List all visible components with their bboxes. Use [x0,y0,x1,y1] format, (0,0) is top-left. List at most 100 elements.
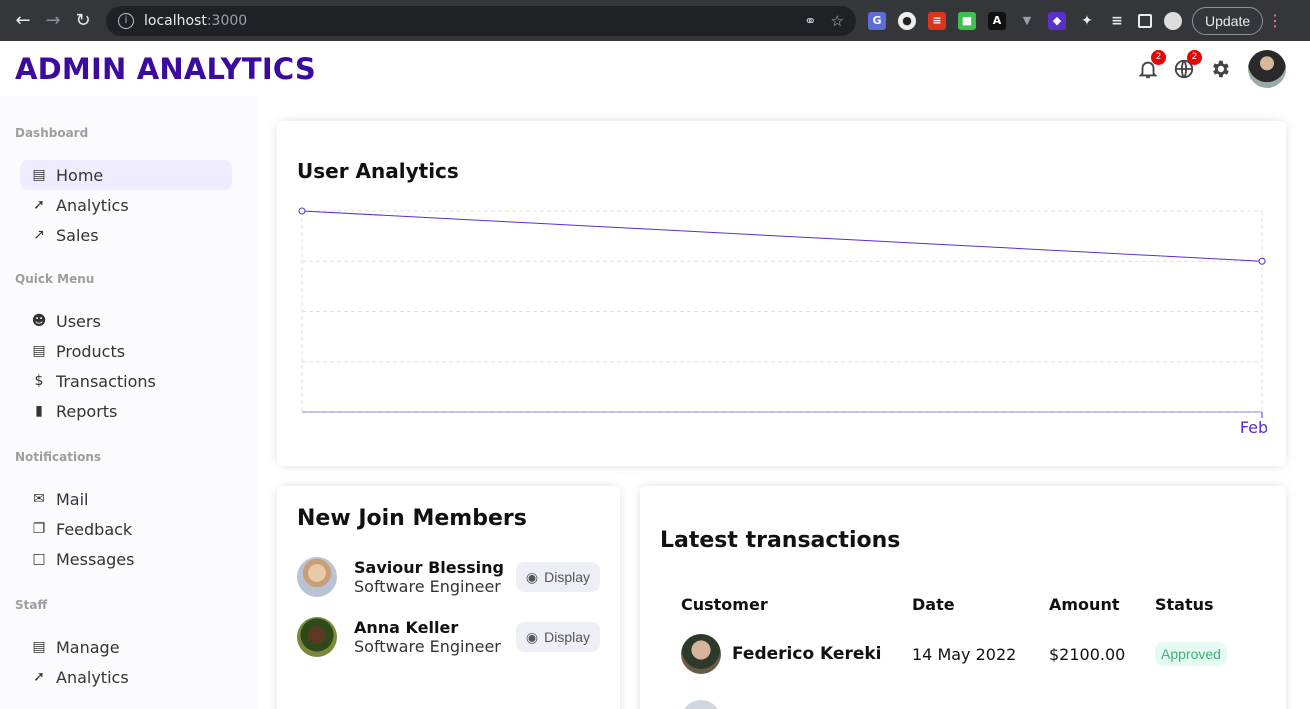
translate-extension-icon[interactable]: G [868,11,886,30]
extensions-bar: G ● ≡ ■ A ▼ ◆ ✦ ≡ [868,11,1182,30]
kebab-menu-icon[interactable]: ⋮ [1267,11,1283,30]
angular-extension-icon[interactable]: A [988,11,1006,30]
user-analytics-chart: Feb [298,207,1267,437]
card-title: New Join Members [297,506,527,531]
share-icon[interactable]: ⚭ [804,12,817,30]
bookmark-star-icon[interactable]: ☆ [831,12,844,30]
forward-icon[interactable]: → [38,6,68,36]
member-name: Anna Keller [354,618,459,637]
sidebar-item-manage[interactable]: ▤ Manage [20,632,232,662]
language-icon[interactable]: 2 [1172,49,1202,81]
sidebar-section-title: Staff [15,598,48,612]
series-line [301,210,1263,262]
sidebar-section-title: Dashboard [15,126,89,140]
sidebar-item-label: Home [56,165,104,185]
side-panel-icon[interactable] [1138,13,1152,28]
update-button[interactable]: Update [1192,6,1264,35]
list-item: Saviour Blessing Software Engineer ◉ Dis… [297,547,600,607]
sidebar-item-products[interactable]: ▤ Products [20,336,232,366]
eye-icon: ◉ [525,628,539,645]
reload-icon[interactable]: ↻ [68,6,98,36]
sidebar-item-staff-analytics[interactable]: ➚ Analytics [20,662,232,692]
display-button-label: Display [544,629,590,645]
back-icon[interactable]: ← [8,6,38,36]
sidebar-section-quick-menu: Quick Menu ☻ Users ▤ Products $ Transact… [15,272,232,426]
info-icon[interactable]: i [118,12,134,29]
avatar [681,700,721,709]
member-job: Software Engineer [354,577,501,596]
trending-up-icon: ↗ [33,227,45,243]
sidebar-section-dashboard: Dashboard ▤ Home ➚ Analytics ↗ Sales [15,126,232,250]
card-title: User Analytics [297,159,459,183]
sidebar-item-label: Users [56,311,101,331]
table-row: Federico Kereki 14 May 2022 $2100.00 App… [660,634,1266,674]
circle-extension-icon[interactable]: ● [898,11,916,30]
puzzle-icon[interactable]: ✦ [1078,12,1096,30]
sidebar-item-label: Analytics [56,667,129,687]
vue-extension-icon[interactable]: ▼ [1018,12,1036,30]
green-extension-icon[interactable]: ■ [958,11,976,30]
sidebar-item-reports[interactable]: ▮ Reports [20,396,232,426]
sidebar-item-analytics[interactable]: ➚ Analytics [20,190,232,220]
sidebar-item-messages[interactable]: □ Messages [20,544,232,574]
sidebar-item-home[interactable]: ▤ Home [20,160,232,190]
profile-avatar-icon[interactable] [1164,11,1182,30]
data-point [298,207,306,215]
cube-extension-icon[interactable]: ◆ [1048,11,1066,30]
settings-gear-icon[interactable] [1208,57,1232,81]
display-button[interactable]: ◉ Display [515,562,600,592]
latest-transactions-card: Latest transactions Customer Date Amount… [640,486,1286,709]
notifications-icon[interactable]: 2 [1136,49,1166,81]
display-button[interactable]: ◉ Display [515,622,600,652]
column-header-amount: Amount [1049,595,1120,614]
column-header-date: Date [912,595,955,614]
display-button-label: Display [544,569,590,585]
user-avatar[interactable] [1248,49,1286,88]
url-host: localhost [144,12,207,29]
timeline-icon: ➚ [33,669,45,685]
transaction-amount: $2100.00 [1049,644,1126,664]
address-bar[interactable]: i localhost:3000 ⚭ ☆ [106,5,856,36]
sidebar-item-label: Manage [56,637,120,657]
main-content: User Analytics Feb New Join Members Savi… [257,96,1310,709]
person-icon: ☻ [31,313,47,329]
list-item: Anna Keller Software Engineer ◉ Display [297,607,600,667]
sidebar-item-sales[interactable]: ↗ Sales [20,220,232,250]
media-queue-icon[interactable]: ≡ [1108,12,1126,30]
column-header-status: Status [1155,595,1214,614]
url-port: :3000 [206,12,248,29]
data-point [1258,257,1266,265]
dynamic-feed-icon: ❐ [32,521,46,537]
line-style-icon: ▤ [32,167,46,183]
avatar [297,617,337,657]
storefront-icon: ▤ [32,343,46,359]
sidebar-item-mail[interactable]: ✉ Mail [20,484,232,514]
member-name: Saviour Blessing [354,558,504,577]
new-members-card: New Join Members Saviour Blessing Softwa… [277,486,620,709]
member-job: Software Engineer [354,637,501,656]
sidebar-section-notifications: Notifications ✉ Mail ❐ Feedback □ Messag… [15,450,232,574]
avatar [681,634,721,674]
column-header-customer: Customer [681,595,768,614]
sidebar-item-users[interactable]: ☻ Users [20,306,232,336]
notifications-badge: 2 [1151,49,1166,65]
app-logo[interactable]: ADMIN ANALYTICS [15,52,316,86]
sidebar-item-label: Transactions [56,371,156,391]
todoist-extension-icon[interactable]: ≡ [928,11,946,30]
bar-chart-icon: ▮ [35,403,43,419]
eye-icon: ◉ [525,568,539,585]
sidebar-item-label: Reports [56,401,118,421]
status-badge: Approved [1155,642,1227,666]
sidebar-item-label: Mail [56,489,89,509]
dollar-icon: $ [34,373,44,389]
sidebar-item-transactions[interactable]: $ Transactions [20,366,232,396]
sidebar: Dashboard ▤ Home ➚ Analytics ↗ Sales Qui… [0,96,257,709]
transaction-date: 14 May 2022 [912,644,1017,664]
x-tick-label: Feb [1240,418,1267,437]
header-icons: 2 2 [1136,49,1286,88]
sidebar-item-feedback[interactable]: ❐ Feedback [20,514,232,544]
card-title: Latest transactions [660,528,901,553]
app-header: ADMIN ANALYTICS 2 2 [0,41,1310,96]
sidebar-item-label: Analytics [56,195,129,215]
language-badge: 2 [1187,49,1202,65]
